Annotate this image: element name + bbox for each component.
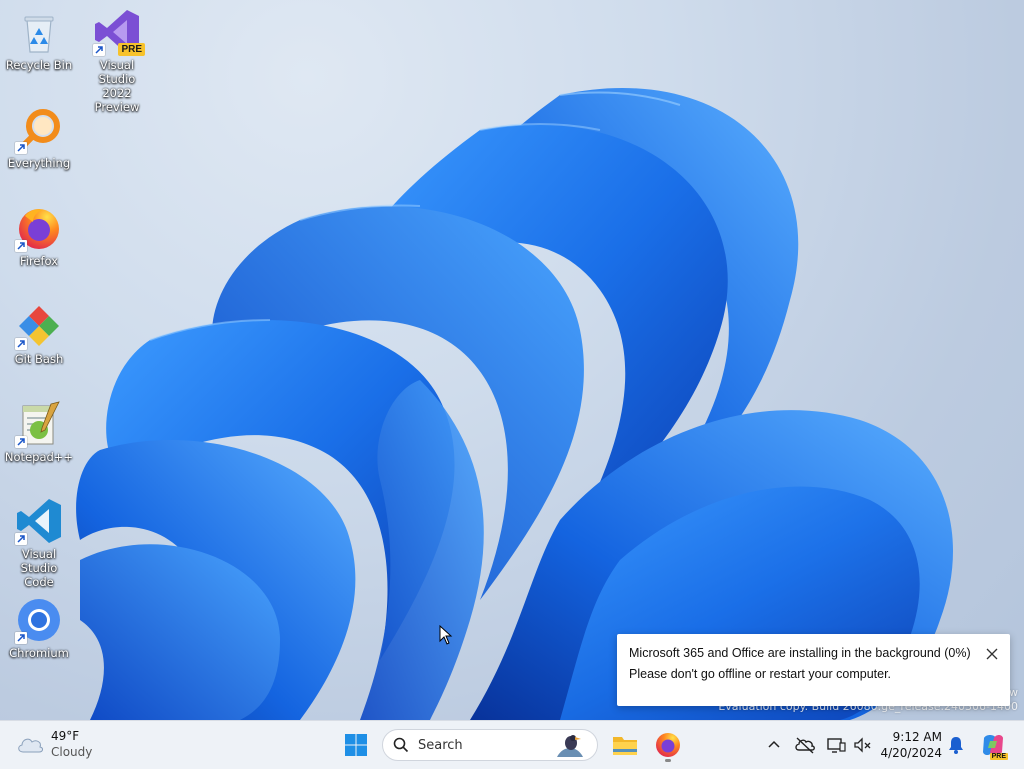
copilot-button[interactable]: PRE: [980, 732, 1008, 760]
desktop-icon-visual-studio[interactable]: PRE Visual Studio 2022 Preview: [82, 8, 152, 114]
volume-muted-icon: [854, 737, 871, 753]
install-notification[interactable]: Microsoft 365 and Office are installing …: [617, 634, 1010, 706]
desktop-icon-notepad-plus-plus[interactable]: Notepad++: [4, 400, 74, 464]
folder-icon: [613, 737, 637, 755]
preview-badge: PRE: [118, 43, 145, 56]
onedrive-tray-button[interactable]: [794, 734, 816, 756]
shortcut-arrow-icon: [15, 632, 27, 644]
watermark-fragment: w: [1009, 686, 1018, 699]
chevron-up-icon: [768, 740, 780, 748]
desktop-icon-everything[interactable]: Everything: [4, 106, 74, 170]
taskbar: 49°F Cloudy Search 9:12 AM 4/20/2024 PRE: [0, 720, 1024, 769]
volume-tray-button[interactable]: [851, 734, 873, 756]
notifications-button[interactable]: [945, 734, 967, 756]
visual-studio-icon: PRE: [93, 8, 145, 56]
running-indicator: [665, 759, 671, 762]
search-highlight-icon: [553, 731, 587, 763]
shortcut-arrow-icon: [93, 44, 105, 56]
chromium-icon: [15, 596, 63, 644]
notification-title: Microsoft 365 and Office are installing …: [629, 646, 971, 660]
shortcut-arrow-icon: [15, 240, 27, 252]
show-hidden-icons-button[interactable]: [763, 734, 785, 756]
network-icon: [827, 738, 846, 753]
desktop-icon-chromium[interactable]: Chromium: [4, 596, 74, 660]
weather-description: Cloudy: [51, 745, 93, 759]
desktop-icon-label-line2: 2022 Preview: [94, 86, 140, 114]
git-bash-icon: [15, 302, 63, 350]
desktop-icon-recycle-bin[interactable]: Recycle Bin: [4, 8, 74, 72]
desktop-icon-label: Firefox: [19, 254, 59, 268]
windows-logo-icon: [345, 734, 367, 756]
desktop-icon-label: Recycle Bin: [5, 58, 73, 72]
desktop-icon-label: Visual Studio: [20, 547, 58, 575]
desktop-icon-label: Visual Studio: [98, 58, 136, 86]
copilot-preview-badge: PRE: [989, 753, 1008, 760]
shortcut-arrow-icon: [15, 338, 27, 350]
desktop-icon-label: Git Bash: [14, 352, 64, 366]
vscode-icon: [15, 497, 63, 545]
search-placeholder: Search: [418, 738, 463, 753]
cloud-icon: [16, 733, 44, 759]
desktop-icon-label: Chromium: [9, 646, 69, 660]
desktop-icon-git-bash[interactable]: Git Bash: [4, 302, 74, 366]
desktop-icon-label-line2: Code: [24, 575, 54, 589]
bell-icon: [949, 737, 963, 754]
onedrive-offline-icon: [795, 737, 815, 754]
shortcut-arrow-icon: [15, 436, 27, 448]
recycle-bin-icon: [15, 8, 63, 56]
notepad-plus-plus-icon: [15, 400, 63, 448]
taskbar-clock[interactable]: 9:12 AM 4/20/2024: [880, 729, 942, 761]
file-explorer-button[interactable]: [609, 729, 641, 761]
everything-search-icon: [15, 106, 63, 154]
firefox-icon: [656, 733, 680, 757]
shortcut-arrow-icon: [15, 142, 27, 154]
start-button[interactable]: [340, 729, 372, 761]
taskbar-search[interactable]: Search: [382, 729, 598, 761]
shortcut-arrow-icon: [15, 533, 27, 545]
firefox-taskbar-button[interactable]: [652, 729, 684, 762]
wallpaper-bloom: [76, 87, 954, 720]
weather-widget[interactable]: 49°F Cloudy: [16, 729, 106, 761]
desktop-icon-label: Notepad++: [4, 450, 74, 464]
clock-time: 9:12 AM: [892, 730, 942, 744]
desktop-icon-label: Everything: [7, 156, 71, 170]
mouse-cursor-icon: [439, 625, 453, 645]
network-tray-button[interactable]: [825, 734, 847, 756]
close-icon[interactable]: [984, 646, 1000, 662]
clock-date: 4/20/2024: [880, 746, 942, 760]
notification-message: Please don't go offline or restart your …: [629, 667, 892, 681]
weather-temperature: 49°F: [51, 729, 80, 743]
desktop-icon-vscode[interactable]: Visual Studio Code: [4, 497, 74, 589]
search-icon: [393, 737, 409, 757]
firefox-icon: [15, 204, 63, 252]
desktop-icon-firefox[interactable]: Firefox: [4, 204, 74, 268]
